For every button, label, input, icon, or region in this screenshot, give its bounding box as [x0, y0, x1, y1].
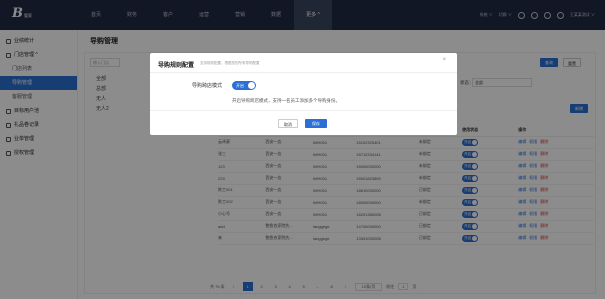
rule-config-dialog: 导购规则配置 支持规则配置，根据您的所有导购配置 × 导购跨店模式 开启 开启导… — [150, 53, 457, 135]
modal-backdrop[interactable] — [0, 0, 605, 299]
cancel-button[interactable]: 取消 — [278, 119, 298, 128]
close-icon[interactable]: × — [442, 57, 446, 63]
dialog-title: 导购规则配置 — [158, 63, 195, 69]
cross-store-toggle[interactable]: 开启 — [232, 81, 256, 90]
dialog-divider — [150, 72, 457, 73]
toggle-text: 开启 — [236, 83, 244, 88]
dialog-subtitle: 支持规则配置，根据您的所有导购配置 — [200, 61, 260, 65]
save-button[interactable]: 保存 — [305, 119, 327, 128]
cross-store-description: 开启导购跨店模式，支持一名员工添加多个导购身份。 — [232, 98, 340, 103]
cross-store-label: 导购跨店模式 — [192, 83, 223, 89]
dialog-footer-divider — [150, 110, 457, 111]
